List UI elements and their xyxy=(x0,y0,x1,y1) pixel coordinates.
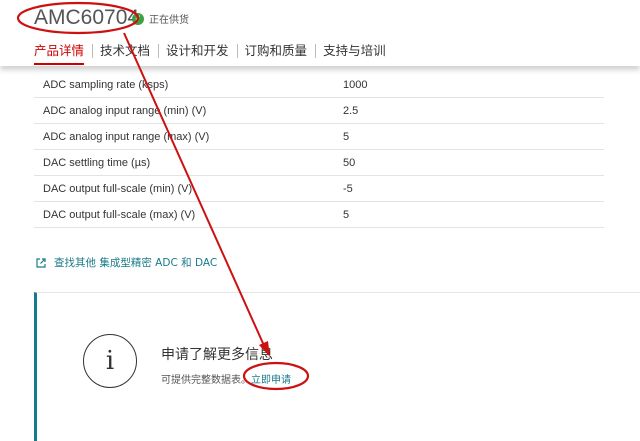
tab-bar: 产品详情 技术文档 设计和开发 订购和质量 支持与培训 xyxy=(26,38,394,65)
check-circle-icon: ✓ xyxy=(132,12,144,25)
param-name: ADC analog input range (min) (V) xyxy=(43,105,207,117)
param-name: DAC output full-scale (min) (V) xyxy=(43,183,193,195)
info-description: 可提供完整数据表。立即申请 xyxy=(161,371,291,386)
param-value: 5 xyxy=(343,209,350,221)
info-icon: i xyxy=(83,334,137,388)
param-name: ADC analog input range (max) (V) xyxy=(43,131,210,143)
param-value: 2.5 xyxy=(343,105,359,117)
find-link-text: 查找其他 集成型精密 ADC 和 DAC xyxy=(54,257,218,269)
info-desc-text: 可提供完整数据表。 xyxy=(161,375,251,386)
tab-product-details[interactable]: 产品详情 xyxy=(26,38,92,65)
table-row: ADC analog input range (max) (V) 5 xyxy=(34,124,604,150)
request-now-link[interactable]: 立即申请 xyxy=(251,375,291,386)
status-badge: ✓ 正在供货 xyxy=(132,11,189,26)
tab-technical-docs[interactable]: 技术文档 xyxy=(92,38,158,64)
parameter-table: ADC sampling rate (ksps) 1000 ADC analog… xyxy=(34,72,604,228)
param-name: DAC settling time (µs) xyxy=(43,157,151,169)
product-header: AMC60704 ✓ 正在供货 产品详情 技术文档 设计和开发 订购和质量 支持… xyxy=(0,0,640,66)
tab-design-development[interactable]: 设计和开发 xyxy=(158,38,237,64)
info-heading: 申请了解更多信息 xyxy=(161,347,273,363)
param-value: 1000 xyxy=(343,79,368,91)
request-info-box: i 申请了解更多信息 可提供完整数据表。立即申请 xyxy=(34,292,640,441)
param-name: DAC output full-scale (max) (V) xyxy=(43,209,196,221)
table-row: DAC settling time (µs) 50 xyxy=(34,150,604,176)
table-row: DAC output full-scale (min) (V) -5 xyxy=(34,176,604,202)
param-name: ADC sampling rate (ksps) xyxy=(43,79,169,91)
table-row: DAC output full-scale (max) (V) 5 xyxy=(34,202,604,228)
external-link-icon xyxy=(36,257,46,268)
tab-support-training[interactable]: 支持与培训 xyxy=(315,38,394,64)
find-other-products-link[interactable]: 查找其他 集成型精密 ADC 和 DAC xyxy=(36,255,217,270)
param-value: 5 xyxy=(343,131,350,143)
table-row: ADC analog input range (min) (V) 2.5 xyxy=(34,98,604,124)
status-text: 正在供货 xyxy=(149,15,189,26)
table-row: ADC sampling rate (ksps) 1000 xyxy=(34,72,604,98)
param-value: 50 xyxy=(343,157,356,169)
param-value: -5 xyxy=(343,183,353,195)
tab-ordering-quality[interactable]: 订购和质量 xyxy=(236,38,316,64)
product-title: AMC60704 xyxy=(34,6,140,29)
